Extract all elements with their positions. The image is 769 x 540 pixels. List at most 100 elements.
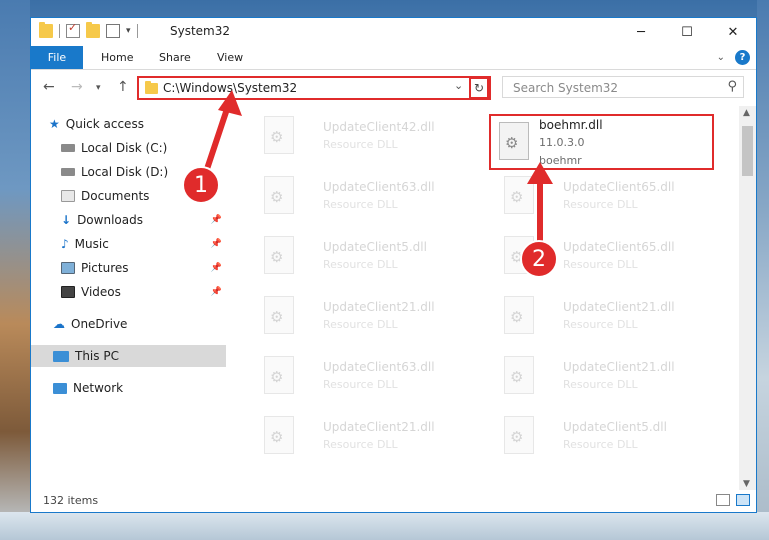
search-icon[interactable]: ⚲ bbox=[727, 79, 737, 94]
download-icon: ↓ bbox=[61, 213, 72, 227]
sidebar-item-downloads[interactable]: ↓ Downloads 📌 bbox=[31, 209, 226, 231]
minimize-button[interactable]: ─ bbox=[618, 18, 664, 46]
scroll-thumb[interactable] bbox=[742, 126, 753, 176]
dll-file-icon bbox=[264, 356, 294, 394]
star-icon: ★ bbox=[49, 117, 60, 131]
recent-locations-chevron-icon[interactable]: ▾ bbox=[96, 83, 101, 93]
help-icon[interactable]: ? bbox=[735, 50, 750, 65]
music-icon: ♪ bbox=[61, 237, 69, 251]
file-description: Resource DLL bbox=[323, 318, 398, 331]
scroll-down-arrow-icon[interactable]: ▼ bbox=[743, 479, 750, 489]
dll-file-icon bbox=[264, 116, 294, 154]
navigation-bar: ← → ▾ ↑ C:\Windows\System32 ⌄ ↻ ⚲ bbox=[31, 70, 756, 104]
scroll-up-arrow-icon[interactable]: ▲ bbox=[743, 108, 750, 118]
view-properties-icon[interactable] bbox=[106, 24, 120, 38]
pictures-icon bbox=[61, 262, 75, 274]
sidebar-item-this-pc[interactable]: This PC bbox=[31, 345, 226, 367]
file-item[interactable]: UpdateClient21.dll Resource DLL bbox=[490, 350, 720, 410]
dll-file-icon bbox=[504, 416, 534, 454]
window-controls: ─ ☐ ✕ bbox=[618, 18, 756, 46]
file-name: UpdateClient42.dll bbox=[323, 120, 435, 134]
pin-icon[interactable]: 📌 bbox=[211, 239, 222, 249]
dll-file-icon bbox=[504, 296, 534, 334]
close-button[interactable]: ✕ bbox=[710, 18, 756, 46]
tab-file[interactable]: File bbox=[31, 46, 83, 69]
file-item[interactable]: UpdateClient63.dll Resource DLL bbox=[250, 350, 480, 410]
file-description: Resource DLL bbox=[563, 318, 638, 331]
refresh-icon: ↻ bbox=[473, 81, 485, 95]
file-item[interactable]: UpdateClient5.dll Resource DLL bbox=[250, 230, 480, 290]
computer-icon bbox=[53, 350, 69, 362]
sidebar-item-network[interactable]: Network bbox=[31, 377, 226, 399]
sidebar-item-music[interactable]: ♪ Music 📌 bbox=[31, 233, 226, 255]
maximize-button[interactable]: ☐ bbox=[664, 18, 710, 46]
title-bar: ▾ System32 ─ ☐ ✕ bbox=[31, 18, 756, 46]
file-description: Resource DLL bbox=[323, 378, 398, 391]
back-arrow-icon[interactable]: ← bbox=[43, 79, 55, 95]
details-view-icon[interactable] bbox=[716, 494, 730, 506]
sidebar-item-label: Documents bbox=[81, 189, 150, 203]
sidebar-item-label: Local Disk (C:) bbox=[81, 141, 168, 155]
file-explorer-window: ▾ System32 ─ ☐ ✕ File Home Share View ⌄ … bbox=[30, 17, 757, 513]
search-box[interactable]: ⚲ bbox=[502, 76, 744, 98]
status-bar: 132 items bbox=[31, 490, 756, 512]
properties-check-icon[interactable] bbox=[66, 21, 80, 38]
folder-icon[interactable] bbox=[39, 22, 53, 38]
up-arrow-icon[interactable]: ↑ bbox=[117, 79, 129, 95]
expand-ribbon-chevron-icon[interactable]: ⌄ bbox=[717, 52, 725, 63]
forward-arrow-icon[interactable]: → bbox=[71, 79, 83, 95]
videos-icon bbox=[61, 286, 75, 298]
drive-icon bbox=[61, 168, 75, 176]
sidebar-item-label: Local Disk (D:) bbox=[81, 165, 169, 179]
toolbar-separator bbox=[136, 24, 138, 38]
customize-toolbar-chevron-icon[interactable]: ▾ bbox=[126, 26, 131, 36]
dll-file-icon bbox=[264, 296, 294, 334]
toolbar-separator bbox=[59, 24, 60, 38]
file-name: UpdateClient63.dll bbox=[323, 180, 435, 194]
sidebar-item-onedrive[interactable]: ☁ OneDrive bbox=[31, 313, 226, 335]
window-title: System32 bbox=[170, 24, 231, 38]
file-name: UpdateClient5.dll bbox=[323, 240, 427, 254]
file-item[interactable]: UpdateClient21.dll Resource DLL bbox=[250, 290, 480, 350]
vertical-scrollbar[interactable]: ▲ ▼ bbox=[739, 106, 756, 491]
item-count: 132 items bbox=[43, 494, 99, 507]
documents-icon bbox=[61, 190, 75, 202]
sidebar-item-label: Videos bbox=[81, 285, 121, 299]
file-description: Resource DLL bbox=[563, 438, 638, 451]
pin-icon[interactable]: 📌 bbox=[211, 263, 222, 273]
sidebar-item-videos[interactable]: Videos 📌 bbox=[31, 281, 226, 303]
file-description: Resource DLL bbox=[563, 198, 638, 211]
file-description: Resource DLL bbox=[563, 378, 638, 391]
sidebar-item-pictures[interactable]: Pictures 📌 bbox=[31, 257, 226, 279]
file-name: UpdateClient21.dll bbox=[563, 300, 675, 314]
file-name: UpdateClient5.dll bbox=[563, 420, 667, 434]
file-name: UpdateClient21.dll bbox=[323, 420, 435, 434]
onedrive-icon: ☁ bbox=[53, 317, 65, 331]
dll-file-icon bbox=[504, 356, 534, 394]
file-item[interactable]: UpdateClient42.dll Resource DLL bbox=[250, 110, 480, 170]
dll-file-icon bbox=[264, 416, 294, 454]
sidebar-item-label: Pictures bbox=[81, 261, 129, 275]
file-item[interactable]: UpdateClient63.dll Resource DLL bbox=[250, 170, 480, 230]
file-item[interactable]: UpdateClient21.dll Resource DLL bbox=[490, 290, 720, 350]
address-dropdown-chevron-icon[interactable]: ⌄ bbox=[454, 79, 463, 92]
drive-icon bbox=[61, 144, 75, 152]
pin-icon[interactable]: 📌 bbox=[211, 215, 222, 225]
new-folder-icon[interactable] bbox=[86, 22, 100, 38]
pin-icon[interactable]: 📌 bbox=[211, 287, 222, 297]
desktop-background-right bbox=[757, 0, 769, 540]
tab-view[interactable]: View bbox=[217, 46, 243, 69]
file-item[interactable]: UpdateClient5.dll Resource DLL bbox=[490, 410, 720, 470]
tiles-view-icon[interactable] bbox=[736, 494, 750, 506]
file-item[interactable]: UpdateClient21.dll Resource DLL bbox=[250, 410, 480, 470]
search-input[interactable] bbox=[511, 79, 715, 97]
sidebar-item-label: Quick access bbox=[65, 117, 144, 131]
sidebar-item-label: Downloads bbox=[77, 213, 143, 227]
sidebar-item-label: OneDrive bbox=[71, 317, 128, 331]
tab-home[interactable]: Home bbox=[101, 46, 133, 69]
tab-share[interactable]: Share bbox=[159, 46, 191, 69]
desktop-background-left bbox=[0, 0, 30, 540]
quick-access-toolbar: ▾ bbox=[39, 21, 138, 38]
refresh-button[interactable]: ↻ bbox=[469, 77, 489, 99]
file-name: UpdateClient63.dll bbox=[323, 360, 435, 374]
